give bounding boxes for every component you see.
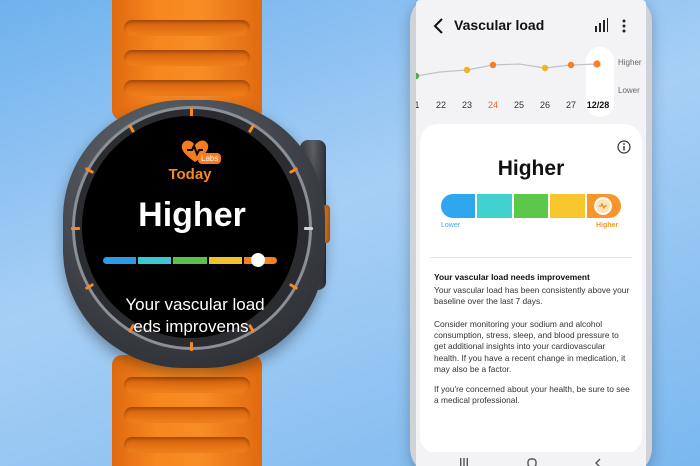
scale-segment xyxy=(513,194,549,218)
trend-low-label: Lower xyxy=(618,86,640,95)
bar-segment xyxy=(173,257,207,264)
scale-higher-label: Higher xyxy=(596,222,619,229)
watch-strap-bottom xyxy=(112,355,262,466)
scale-lower-label: Lower xyxy=(441,222,461,229)
trend-day-label[interactable]: 1 xyxy=(416,100,428,110)
bezel-tick xyxy=(304,227,313,230)
bar-segment xyxy=(103,257,137,264)
trend-day-label[interactable]: 24 xyxy=(482,100,504,110)
strap-rib xyxy=(124,377,250,393)
scale-segment xyxy=(477,194,512,218)
watch-title: Today xyxy=(168,166,212,183)
system-nav-bar xyxy=(416,452,646,466)
bezel-tick xyxy=(71,227,80,230)
watch-message: Your vascular load eds improvems xyxy=(100,294,290,338)
bar-chart-icon[interactable] xyxy=(594,18,608,32)
advice-paragraph: Consider monitoring your sodium and alco… xyxy=(434,319,626,374)
info-icon[interactable] xyxy=(617,140,631,154)
strap-rib xyxy=(124,50,250,66)
advice-heading: Your vascular load needs improvement xyxy=(434,272,590,282)
recent-apps-icon[interactable] xyxy=(458,456,470,466)
labs-badge: Labs xyxy=(198,153,222,164)
back-nav-icon[interactable] xyxy=(592,456,604,466)
trend-day-label[interactable]: 26 xyxy=(534,100,556,110)
trend-point[interactable] xyxy=(541,64,549,72)
scale-segment xyxy=(441,194,476,218)
back-arrow-icon[interactable] xyxy=(432,17,446,35)
watch-level-indicator xyxy=(251,253,265,267)
watch-level: Higher xyxy=(138,196,246,234)
trend-point[interactable] xyxy=(416,72,420,80)
advice-paragraph: Your vascular load has been consistently… xyxy=(434,285,630,307)
divider xyxy=(430,257,632,258)
strap-rib xyxy=(124,20,250,36)
trend-high-label: Higher xyxy=(618,58,642,67)
scale-indicator-icon xyxy=(594,197,612,215)
card-level-title: Higher xyxy=(497,157,565,180)
more-vertical-icon[interactable] xyxy=(620,18,628,34)
advice-paragraph: If you're concerned about your health, b… xyxy=(434,384,630,406)
trend-point[interactable] xyxy=(593,60,601,68)
trend-point[interactable] xyxy=(463,66,471,74)
phone-screen: Vascular load Higher Lower 1 22 23 24 25… xyxy=(416,0,646,466)
strap-rib xyxy=(124,80,250,96)
trend-day-label-selected[interactable]: 12/28 xyxy=(584,100,612,110)
watch-message-line2: eds improvems xyxy=(133,317,249,336)
page-title: Vascular load xyxy=(454,17,545,33)
app-bar: Vascular load xyxy=(416,14,646,38)
trend-point[interactable] xyxy=(567,61,575,69)
strap-rib xyxy=(124,437,250,453)
trend-day-label[interactable]: 22 xyxy=(430,100,452,110)
trend-point[interactable] xyxy=(489,61,497,69)
bezel-tick xyxy=(190,342,193,351)
trend-day-label[interactable]: 27 xyxy=(560,100,582,110)
strap-rib xyxy=(124,407,250,423)
watch-message-line1: Your vascular load xyxy=(125,295,265,314)
trend-day-label[interactable]: 25 xyxy=(508,100,530,110)
trend-day-label[interactable]: 23 xyxy=(456,100,478,110)
trend-chart[interactable] xyxy=(416,44,646,104)
bar-segment xyxy=(208,257,242,264)
scale-segment xyxy=(550,194,585,218)
home-icon[interactable] xyxy=(526,456,538,466)
bar-segment xyxy=(138,257,172,264)
